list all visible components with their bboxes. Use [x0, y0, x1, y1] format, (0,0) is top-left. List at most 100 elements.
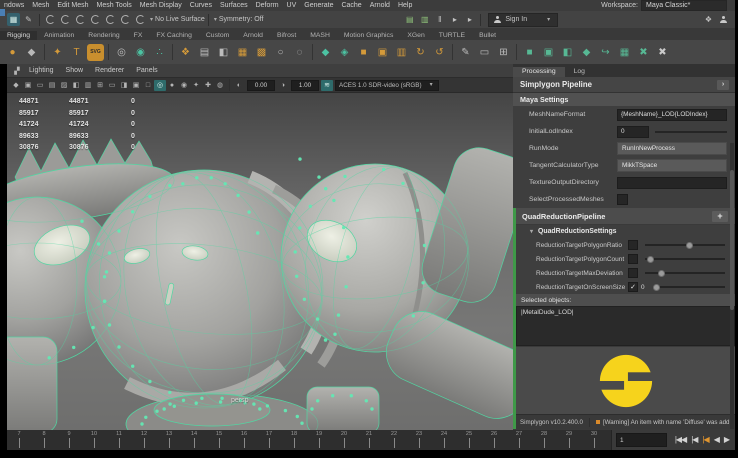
frame-all-icon[interactable]: ◉: [178, 80, 190, 91]
panel-scrollbar[interactable]: [730, 143, 734, 429]
wire-deformer-icon[interactable]: ◌: [291, 44, 308, 61]
simplygon-clear-icon[interactable]: ✖: [635, 44, 652, 61]
prev-key-button[interactable]: |◀: [700, 433, 710, 447]
tab-log[interactable]: Log: [565, 67, 594, 77]
ik-handle-icon[interactable]: ◉: [132, 44, 149, 61]
shelf-tab-rigging[interactable]: Rigging: [0, 31, 37, 40]
measure-icon[interactable]: ⊞: [495, 44, 512, 61]
rotate-cw-icon[interactable]: ↻: [412, 44, 429, 61]
gamma-icon[interactable]: ◑: [277, 80, 289, 91]
pause-icon[interactable]: ‖: [433, 13, 446, 26]
snap-together-icon[interactable]: [134, 13, 147, 26]
film-gate-icon[interactable]: ▭: [106, 80, 118, 91]
svg-tool-icon[interactable]: SVG: [87, 44, 104, 61]
simplygon-grid-icon[interactable]: ▦: [616, 44, 633, 61]
viewport-menu-show[interactable]: Show: [60, 67, 90, 74]
lighting-icon[interactable]: ✚: [202, 80, 214, 91]
simplygon-half-icon[interactable]: ◧: [559, 44, 576, 61]
play-backwards-button[interactable]: ◀: [712, 433, 721, 447]
blendshape-icon[interactable]: ◈: [336, 44, 353, 61]
no-live-surface-label[interactable]: No Live Surface: [155, 16, 205, 23]
poly-sphere-icon[interactable]: ●: [4, 44, 21, 61]
view-cube-icon[interactable]: ◧: [70, 80, 82, 91]
snap-to-projected-center-icon[interactable]: [89, 13, 102, 26]
field-dropdown-tangentcalculatortype[interactable]: MikkTSpace: [617, 159, 727, 172]
play-step-icon[interactable]: ▸: [448, 13, 461, 26]
colorspace-dropdown[interactable]: ACES 1.0 SDR-video (sRGB) ▾: [335, 80, 439, 91]
simplygon-cube-icon[interactable]: ◆: [578, 44, 595, 61]
cube-stack-icon[interactable]: ▥: [393, 44, 410, 61]
shelf-tab-turtle[interactable]: TURTLE: [432, 31, 472, 40]
exposure-field[interactable]: 0.00: [247, 80, 275, 91]
menu-help[interactable]: Help: [394, 2, 416, 9]
select-tool-icon[interactable]: ▦: [7, 13, 20, 26]
go-to-start-button[interactable]: |◀◀: [673, 433, 688, 447]
menu-mesh-display[interactable]: Mesh Display: [136, 2, 186, 9]
checkbox-reductiontargetpolygonratio[interactable]: [628, 240, 638, 250]
joint-tool-icon[interactable]: ◎: [113, 44, 130, 61]
res-gate-icon[interactable]: ◨: [118, 80, 130, 91]
gate-mask-icon[interactable]: ▣: [130, 80, 142, 91]
viewport-menu-panels[interactable]: Panels: [130, 67, 163, 74]
safe-title-icon[interactable]: ●: [166, 80, 178, 91]
field-input-meshnameformat[interactable]: {MeshName}_LOD{LODIndex}: [617, 109, 727, 121]
safe-action-icon[interactable]: ◎: [154, 80, 166, 91]
tab-processing[interactable]: Processing: [513, 67, 565, 77]
menu-mesh-tools[interactable]: Mesh Tools: [92, 2, 135, 9]
image-plane-icon[interactable]: ▨: [58, 80, 70, 91]
shelf-tab-fx[interactable]: FX: [127, 31, 150, 40]
shelf-tab-xgen[interactable]: XGen: [400, 31, 431, 40]
copy-weights-icon[interactable]: ▤: [196, 44, 213, 61]
simplygon-bake-icon[interactable]: ↪: [597, 44, 614, 61]
select-camera-icon[interactable]: ◆: [10, 80, 22, 91]
menu-mesh[interactable]: Mesh: [28, 2, 53, 9]
bookmarks-icon[interactable]: ▤: [46, 80, 58, 91]
checkbox-reductiontargetonscreensize[interactable]: ✓: [628, 282, 638, 292]
menu-edit-mesh[interactable]: Edit Mesh: [53, 2, 92, 9]
viewport-canvas[interactable]: 4487144871085917859170417244172408963389…: [7, 93, 513, 431]
slider-track-reductiontargetpolygoncount[interactable]: [645, 258, 725, 260]
delete-icon[interactable]: ✖: [654, 44, 671, 61]
lock-camera-icon[interactable]: ▣: [22, 80, 34, 91]
gamma-field[interactable]: 1.00: [291, 80, 319, 91]
shelf-tab-mash[interactable]: MASH: [303, 31, 337, 40]
grid-icon[interactable]: ⊞: [94, 80, 106, 91]
chevron-down-icon[interactable]: ▾: [212, 16, 219, 23]
snap-to-grids-icon[interactable]: [44, 13, 57, 26]
star-primitive-icon[interactable]: ✦: [49, 44, 66, 61]
lattice-icon[interactable]: ▦: [234, 44, 251, 61]
select-move-icon[interactable]: ◆: [23, 44, 40, 61]
checkbox-reductiontargetpolygoncount[interactable]: [628, 254, 638, 264]
time-slider-track[interactable]: 7891011121314151617181920212223242526272…: [7, 430, 612, 450]
shelf-tab-arnold[interactable]: Arnold: [236, 31, 270, 40]
workspace-dropdown[interactable]: Maya Classic*: [641, 0, 727, 11]
shelf-tab-bifrost[interactable]: Bifrost: [270, 31, 303, 40]
rotate-ccw-icon[interactable]: ↺: [431, 44, 448, 61]
lattice-edit-icon[interactable]: ▩: [253, 44, 270, 61]
maya-settings-header[interactable]: Maya Settings: [513, 93, 735, 106]
viewport-menu-lighting[interactable]: Lighting: [23, 67, 60, 74]
quad-reduction-settings-header[interactable]: ▾ QuadReductionSettings: [516, 225, 735, 238]
menu-generate[interactable]: Generate: [300, 2, 337, 9]
symmetry-label[interactable]: Symmetry: Off: [219, 16, 264, 23]
person-outline-icon[interactable]: [717, 13, 730, 26]
menu-cache[interactable]: Cache: [337, 2, 365, 9]
pencil-curve-icon[interactable]: ✎: [457, 44, 474, 61]
mirror-weights-icon[interactable]: ◧: [215, 44, 232, 61]
menu-surfaces[interactable]: Surfaces: [216, 2, 252, 9]
slider-thumb-reductiontargetmaxdeviation[interactable]: [658, 270, 665, 277]
snap-to-points-icon[interactable]: [74, 13, 87, 26]
render-region-icon[interactable]: ▥: [418, 13, 431, 26]
render-clapper-icon[interactable]: ▤: [403, 13, 416, 26]
lasso-select-icon[interactable]: ✎: [22, 13, 35, 26]
skeleton-icon[interactable]: ∴: [151, 44, 168, 61]
slider-thumb-reductiontargetpolygonratio[interactable]: [686, 242, 693, 249]
shelf-tab-rendering[interactable]: Rendering: [81, 31, 126, 40]
viewport-menu-renderer[interactable]: Renderer: [89, 67, 130, 74]
panel-expand-button[interactable]: ›: [717, 80, 729, 90]
slider-track-reductiontargetpolygonratio[interactable]: [645, 244, 725, 246]
shelf-tab-bullet[interactable]: Bullet: [472, 31, 503, 40]
shelf-tab-motion-graphics[interactable]: Motion Graphics: [337, 31, 401, 40]
grid-layout-icon[interactable]: ❖: [702, 13, 715, 26]
menu-curves[interactable]: Curves: [186, 2, 216, 9]
